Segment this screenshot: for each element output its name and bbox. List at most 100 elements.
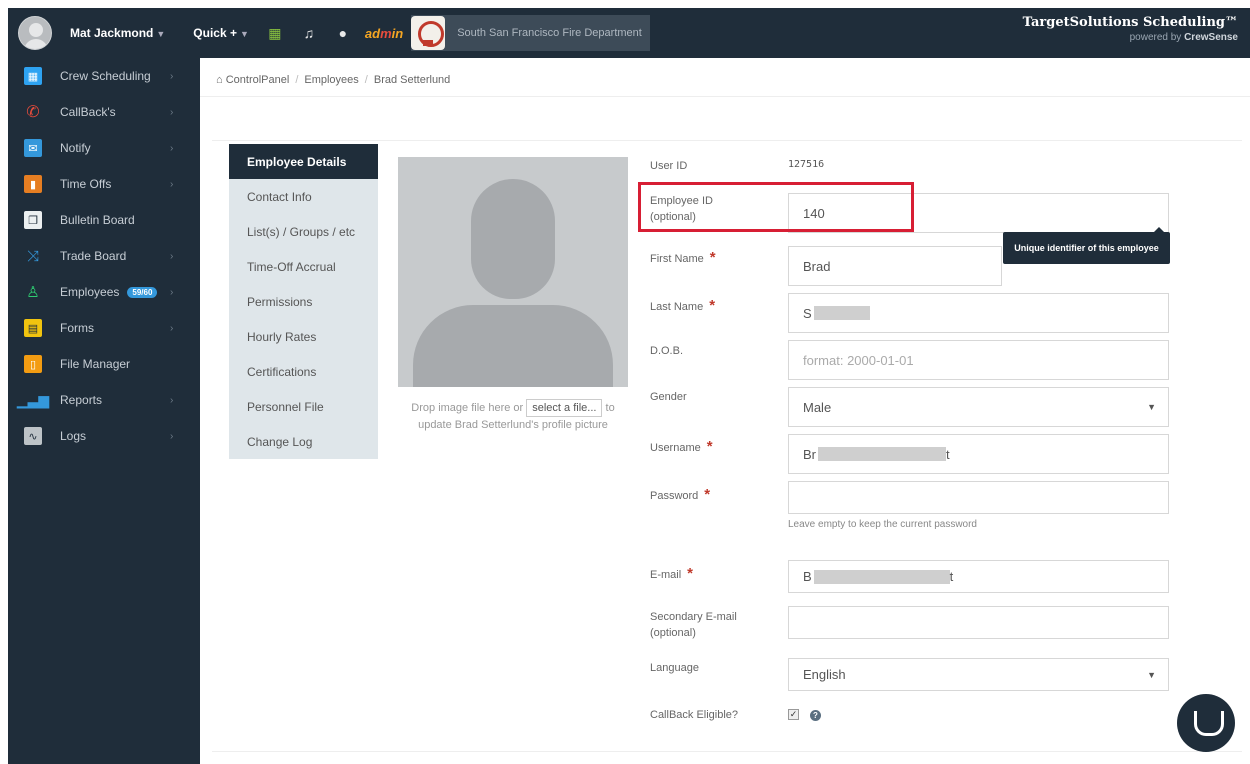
admin-link[interactable]: admin — [365, 26, 403, 41]
first-name-value: Brad — [803, 258, 831, 274]
employee-tabs: Employee Details Contact Info List(s) / … — [229, 144, 378, 459]
tab-contact-info[interactable]: Contact Info — [229, 179, 378, 214]
form-icon: ▤ — [24, 319, 42, 337]
user-id-value: 127516 — [788, 159, 825, 170]
sidebar-item-callbacks[interactable]: ✆ CallBack's › — [8, 94, 200, 130]
email-suffix: t — [949, 569, 954, 584]
tab-time-off-accrual[interactable]: Time-Off Accrual — [229, 249, 378, 284]
dob-placeholder: format: 2000-01-01 — [803, 352, 914, 368]
callback-eligible-checkbox[interactable]: ✓ — [788, 709, 799, 720]
gender-select[interactable]: Male ▼ — [788, 387, 1169, 427]
sidebar-item-trade-board[interactable]: ⤨ Trade Board › — [8, 238, 200, 274]
chevron-right-icon: › — [170, 70, 174, 82]
help-icon[interactable]: ● — [335, 25, 351, 41]
brand: TargetSolutions Scheduling™ powered by C… — [1023, 15, 1238, 43]
password-hint: Leave empty to keep the current password — [788, 519, 977, 530]
username-input[interactable]: Br t — [788, 434, 1169, 474]
quick-label: Quick + — [193, 26, 237, 40]
sidebar-item-notify[interactable]: ✉ Notify › — [8, 130, 200, 166]
last-name-input[interactable]: S — [788, 293, 1169, 333]
caret-down-icon: ▼ — [239, 29, 249, 39]
chat-launcher-button[interactable] — [1177, 694, 1235, 752]
tab-change-log[interactable]: Change Log — [229, 424, 378, 459]
username-suffix: t — [946, 446, 950, 462]
profile-picture[interactable] — [398, 157, 628, 387]
chevron-right-icon: › — [170, 142, 174, 154]
breadcrumb-separator: / — [364, 74, 368, 86]
sidebar-item-time-offs[interactable]: ▮ Time Offs › — [8, 166, 200, 202]
redacted-text — [818, 447, 946, 461]
gender-label: Gender — [650, 391, 687, 403]
department-logo — [411, 16, 446, 50]
breadcrumb-controlpanel[interactable]: ControlPanel — [226, 74, 290, 86]
sidebar-item-crew-scheduling[interactable]: ▦ Crew Scheduling › — [8, 58, 200, 94]
bell-icon[interactable]: ♫ — [301, 25, 317, 41]
employee-count-badge: 59/60 — [127, 286, 158, 298]
tab-employee-details[interactable]: Employee Details — [229, 144, 378, 179]
first-name-label-text: First Name — [650, 253, 704, 265]
breadcrumb-separator: / — [295, 74, 299, 86]
quick-add-menu[interactable]: Quick + ▼ — [193, 26, 249, 40]
avatar-head-silhouette — [471, 179, 555, 299]
admin-text-b: m — [380, 25, 392, 41]
admin-text-c: in — [391, 25, 404, 41]
email-label: E-mail * — [650, 563, 693, 585]
sidebar: ▦ Crew Scheduling › ✆ CallBack's › ✉ Not… — [8, 58, 200, 764]
bar-chart-icon: ▁▃▆ — [16, 391, 50, 408]
user-avatar[interactable] — [18, 16, 52, 50]
admin-text-a: ad — [364, 25, 381, 41]
sidebar-item-reports[interactable]: ▁▃▆ Reports › — [8, 382, 200, 418]
chevron-right-icon: › — [170, 322, 174, 334]
first-name-input[interactable]: Brad — [788, 246, 1002, 286]
user-icon: ♙ — [26, 284, 40, 301]
sidebar-item-file-manager[interactable]: ▯ File Manager — [8, 346, 200, 382]
secondary-email-optional: (optional) — [650, 626, 696, 639]
file-icon: ▯ — [24, 355, 42, 373]
calendar-icon[interactable]: ▦ — [267, 25, 283, 42]
sidebar-item-label: Logs — [60, 429, 87, 443]
sidebar-item-label: Bulletin Board — [60, 213, 135, 227]
home-icon: ⌂ — [216, 74, 223, 86]
gender-value: Male — [803, 399, 832, 415]
tab-lists-groups[interactable]: List(s) / Groups / etc — [229, 214, 378, 249]
sidebar-item-employees[interactable]: ♙ Employees 59/60 › — [8, 274, 200, 310]
language-select[interactable]: English ▼ — [788, 658, 1169, 691]
tab-permissions[interactable]: Permissions — [229, 284, 378, 319]
dob-input[interactable]: format: 2000-01-01 — [788, 340, 1169, 380]
tab-hourly-rates[interactable]: Hourly Rates — [229, 319, 378, 354]
employee-id-tooltip: Unique identifier of this employee — [1003, 227, 1170, 264]
language-value: English — [803, 667, 846, 682]
sidebar-item-label: Time Offs — [60, 177, 112, 191]
avatar-body-silhouette — [413, 305, 613, 387]
tab-personnel-file[interactable]: Personnel File — [229, 389, 378, 424]
sidebar-item-label: Forms — [60, 321, 94, 335]
password-input[interactable] — [788, 481, 1169, 514]
department-selector[interactable]: South San Francisco Fire Department — [411, 15, 650, 51]
breadcrumb: ⌂ ControlPanel / Employees / Brad Setterlund — [216, 74, 450, 86]
email-value: B — [803, 569, 812, 584]
secondary-email-input[interactable] — [788, 606, 1169, 639]
dob-label: D.O.B. — [650, 345, 684, 357]
required-asterisk-icon: * — [709, 249, 716, 266]
user-menu[interactable]: Mat Jackmond ▼ — [70, 26, 165, 40]
user-name: Mat Jackmond — [70, 26, 154, 40]
brand-sub-name: CrewSense — [1184, 32, 1238, 43]
select-file-button[interactable]: select a file... — [526, 399, 603, 417]
sidebar-item-logs[interactable]: ∿ Logs › — [8, 418, 200, 454]
highlight-box — [638, 182, 914, 232]
question-circle-icon[interactable]: ? — [810, 710, 821, 721]
page-margin — [0, 0, 8, 764]
username-value: Br — [803, 446, 816, 462]
sidebar-item-forms[interactable]: ▤ Forms › — [8, 310, 200, 346]
breadcrumb-current: Brad Setterlund — [373, 74, 451, 86]
tab-certifications[interactable]: Certifications — [229, 354, 378, 389]
breadcrumb-employees[interactable]: Employees — [304, 74, 358, 86]
chevron-right-icon: › — [170, 286, 174, 298]
brand-title: TargetSolutions Scheduling™ — [1022, 15, 1238, 30]
last-name-label: Last Name * — [650, 295, 715, 317]
required-asterisk-icon: * — [704, 486, 711, 503]
sidebar-item-bulletin-board[interactable]: ❐ Bulletin Board — [8, 202, 200, 238]
sidebar-item-label: Trade Board — [60, 249, 127, 263]
email-input[interactable]: Bt — [788, 560, 1169, 593]
sidebar-item-label: Notify — [60, 141, 91, 155]
